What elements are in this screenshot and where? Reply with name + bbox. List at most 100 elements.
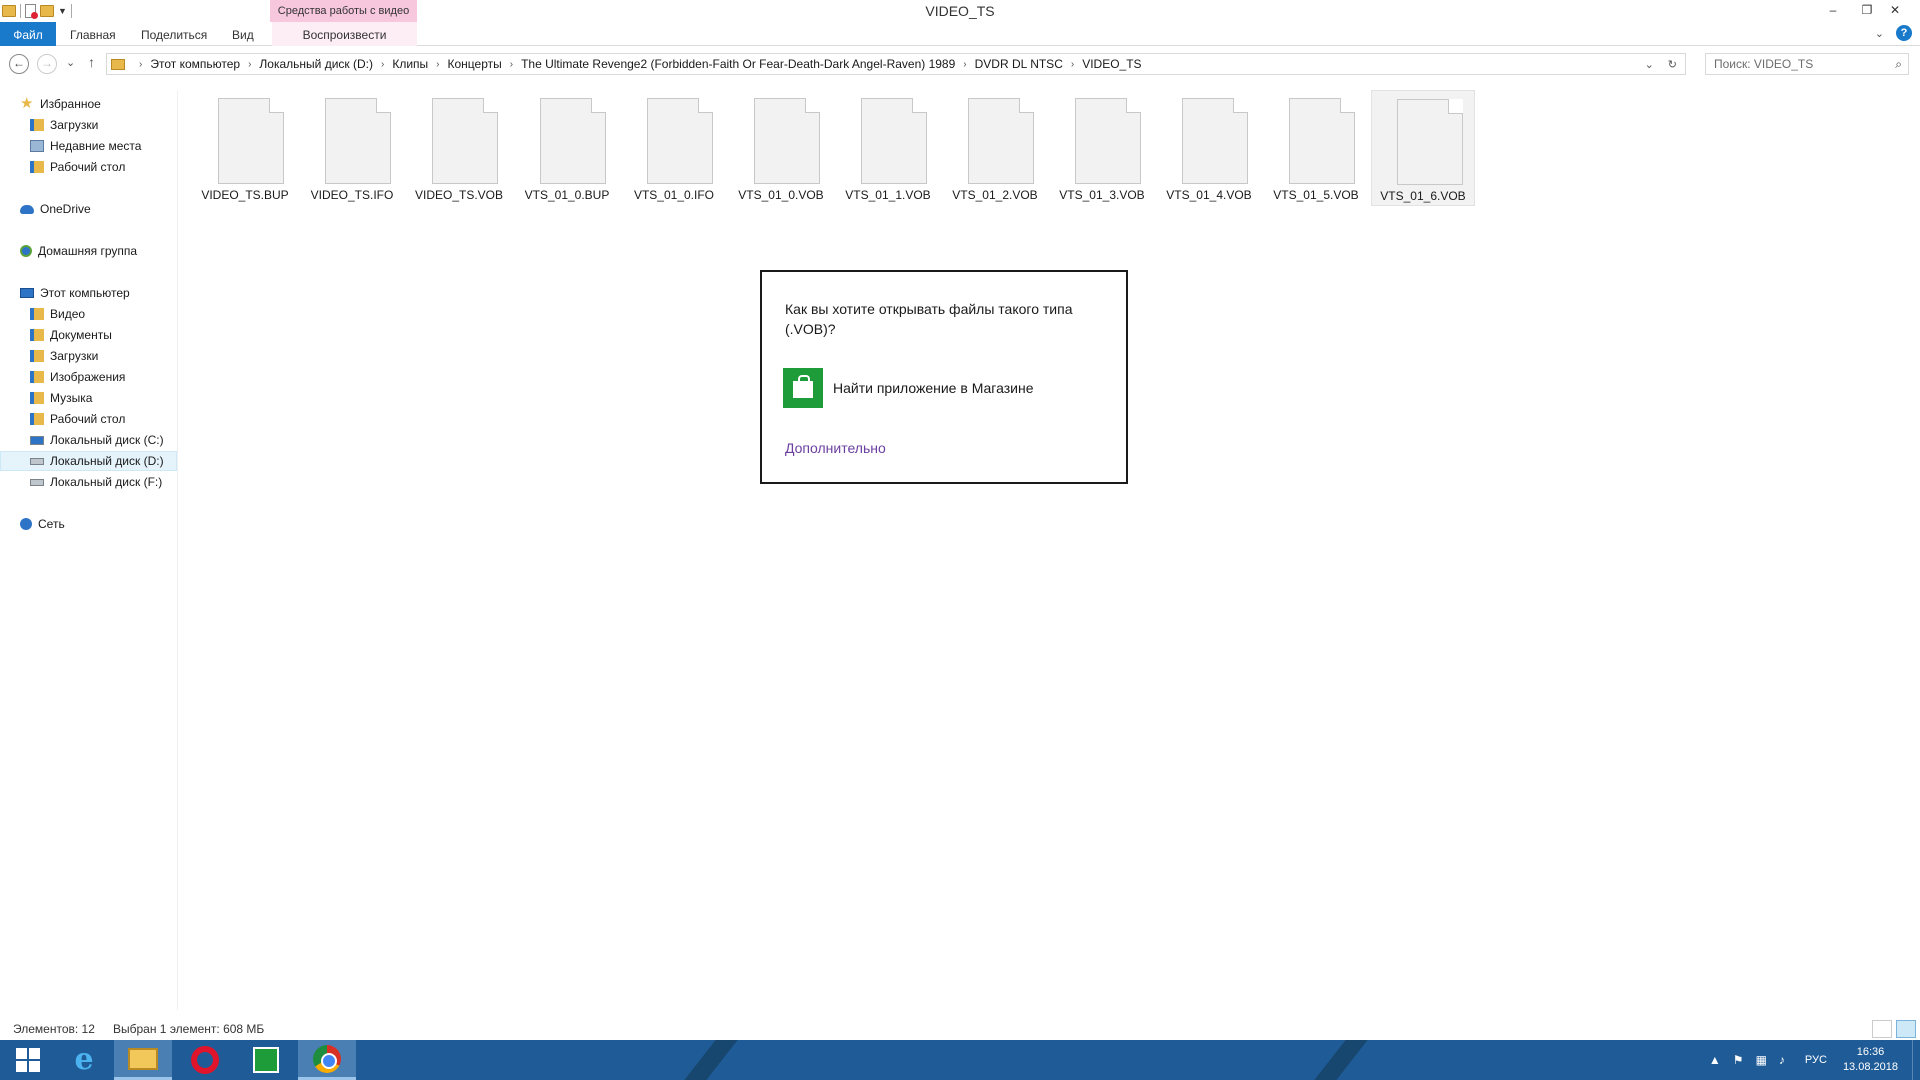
breadcrumb-separator[interactable]: › [139, 59, 142, 70]
store-option[interactable]: Найти приложение в Магазине [783, 368, 1033, 408]
nav-label: Избранное [40, 97, 101, 111]
nav-onedrive[interactable]: OneDrive [0, 199, 178, 219]
tab-file[interactable]: Файл [0, 22, 56, 46]
store-icon [783, 368, 823, 408]
back-button[interactable]: ← [9, 54, 29, 74]
file-explorer-icon [128, 1047, 158, 1070]
address-controls: ⌄ ↻ [1645, 54, 1685, 74]
input-language[interactable]: РУС [1805, 1054, 1827, 1066]
customize-toolbar-icon[interactable]: ▼ [58, 6, 67, 16]
clock-date: 13.08.2018 [1842, 1061, 1898, 1073]
taskbar-chrome[interactable] [298, 1040, 356, 1080]
new-folder-icon[interactable] [40, 5, 54, 17]
file-item[interactable]: VTS_01_2.VOB [943, 90, 1047, 206]
nav-label: Этот компьютер [40, 286, 130, 300]
recent-locations-button[interactable]: ⌄ [66, 56, 75, 69]
file-item[interactable]: VTS_01_5.VOB [1264, 90, 1368, 206]
forward-button[interactable]: → [37, 54, 57, 74]
music-folder-icon [30, 392, 44, 404]
tab-share[interactable]: Поделиться [129, 22, 219, 46]
nav-label: OneDrive [40, 202, 91, 216]
nav-pc-documents[interactable]: Документы [0, 325, 178, 345]
nav-pc-drive-d[interactable]: Локальный диск (D:) [0, 451, 177, 471]
nav-this-pc[interactable]: Этот компьютер [0, 283, 178, 303]
breadcrumb-item[interactable]: Этот компьютер [150, 57, 240, 71]
breadcrumb-separator[interactable]: › [248, 59, 251, 70]
tab-view[interactable]: Вид [220, 22, 266, 46]
tab-home[interactable]: Главная [58, 22, 128, 46]
breadcrumb-separator[interactable]: › [510, 59, 513, 70]
file-item[interactable]: VIDEO_TS.BUP [193, 90, 297, 206]
file-item[interactable]: VIDEO_TS.VOB [407, 90, 511, 206]
taskbar-internet-explorer[interactable]: e [56, 1040, 112, 1080]
file-name: VTS_01_1.VOB [845, 188, 931, 202]
pictures-folder-icon [30, 371, 44, 383]
nav-pc-downloads[interactable]: Загрузки [0, 346, 178, 366]
nav-pc-desktop[interactable]: Рабочий стол [0, 409, 178, 429]
breadcrumb-item[interactable]: DVDR DL NTSC [975, 57, 1063, 71]
breadcrumb-separator[interactable]: › [963, 59, 966, 70]
file-item[interactable]: VIDEO_TS.IFO [300, 90, 404, 206]
minimize-button[interactable]: – [1818, 0, 1848, 20]
nav-pc-drive-f[interactable]: Локальный диск (F:) [0, 472, 178, 492]
start-button[interactable] [0, 1040, 56, 1080]
breadcrumb-separator[interactable]: › [1071, 59, 1074, 70]
file-item[interactable]: VTS_01_3.VOB [1050, 90, 1154, 206]
nav-favorites-downloads[interactable]: Загрузки [0, 115, 178, 135]
nav-pc-music[interactable]: Музыка [0, 388, 178, 408]
expand-ribbon-icon[interactable]: ⌄ [1875, 27, 1884, 40]
address-dropdown-button[interactable]: ⌄ [1645, 58, 1654, 71]
shopping-bag-icon [793, 375, 813, 398]
action-center-flag-icon[interactable]: ⚑ [1733, 1053, 1744, 1067]
nav-homegroup[interactable]: Домашняя группа [0, 241, 178, 261]
up-button[interactable]: ↑ [88, 54, 95, 70]
breadcrumb-separator[interactable]: › [381, 59, 384, 70]
nav-pc-pictures[interactable]: Изображения [0, 367, 178, 387]
nav-pc-drive-c[interactable]: Локальный диск (C:) [0, 430, 178, 450]
breadcrumb-item[interactable]: Клипы [392, 57, 428, 71]
file-item[interactable]: VTS_01_4.VOB [1157, 90, 1261, 206]
breadcrumb-item[interactable]: VIDEO_TS [1082, 57, 1141, 71]
nav-favorites[interactable]: ★ Избранное [0, 94, 178, 114]
taskbar-store[interactable] [238, 1040, 294, 1080]
nav-pc-videos[interactable]: Видео [0, 304, 178, 324]
address-input[interactable]: › Этот компьютер › Локальный диск (D:) ›… [106, 53, 1686, 75]
large-icons-view-button[interactable] [1896, 1020, 1916, 1038]
search-icon[interactable]: ⌕ [1895, 54, 1902, 74]
clock[interactable]: 16:36 13.08.2018 [1843, 1045, 1898, 1075]
taskbar-opera[interactable] [177, 1040, 233, 1080]
file-item[interactable]: VTS_01_0.VOB [729, 90, 833, 206]
show-hidden-icons-button[interactable]: ▲ [1709, 1053, 1721, 1067]
file-item[interactable]: VTS_01_0.IFO [622, 90, 726, 206]
tab-play[interactable]: Воспроизвести [272, 22, 417, 46]
restore-button[interactable]: ❐ [1852, 0, 1882, 20]
nav-favorites-desktop[interactable]: Рабочий стол [0, 157, 178, 177]
help-icon[interactable]: ? [1896, 25, 1912, 41]
taskbar-decoration [684, 1040, 738, 1080]
search-input[interactable]: Поиск: VIDEO_TS ⌕ [1705, 53, 1909, 75]
taskbar: e ▲ ⚑ ▦ ♪ РУС 16:36 13.08.2018 [0, 1040, 1920, 1080]
properties-icon[interactable] [25, 4, 38, 19]
breadcrumb-item[interactable]: Локальный диск (D:) [259, 57, 373, 71]
downloads-folder-icon [30, 119, 44, 131]
more-options-link[interactable]: Дополнительно [785, 440, 886, 456]
show-desktop-button[interactable] [1912, 1040, 1920, 1080]
close-button[interactable]: ✕ [1880, 0, 1910, 20]
nav-network[interactable]: Сеть [0, 514, 178, 534]
taskbar-file-explorer[interactable] [114, 1040, 172, 1080]
ribbon-tabs: Файл Главная Поделиться Вид Воспроизвест… [0, 22, 1920, 46]
file-item-selected[interactable]: VTS_01_6.VOB [1371, 90, 1475, 206]
nav-favorites-recent[interactable]: Недавние места [0, 136, 178, 156]
refresh-button[interactable]: ↻ [1668, 58, 1677, 71]
folder-icon[interactable] [2, 5, 16, 17]
selection-info: Выбран 1 элемент: 608 МБ [113, 1022, 265, 1036]
drive-icon [30, 457, 44, 465]
volume-icon[interactable]: ♪ [1779, 1053, 1785, 1067]
breadcrumb-separator[interactable]: › [436, 59, 439, 70]
breadcrumb-item[interactable]: Концерты [448, 57, 502, 71]
breadcrumb-item[interactable]: The Ultimate Revenge2 (Forbidden-Faith O… [521, 57, 955, 71]
network-icon[interactable]: ▦ [1756, 1053, 1767, 1067]
file-item[interactable]: VTS_01_0.BUP [515, 90, 619, 206]
details-view-button[interactable] [1872, 1020, 1892, 1038]
file-item[interactable]: VTS_01_1.VOB [836, 90, 940, 206]
